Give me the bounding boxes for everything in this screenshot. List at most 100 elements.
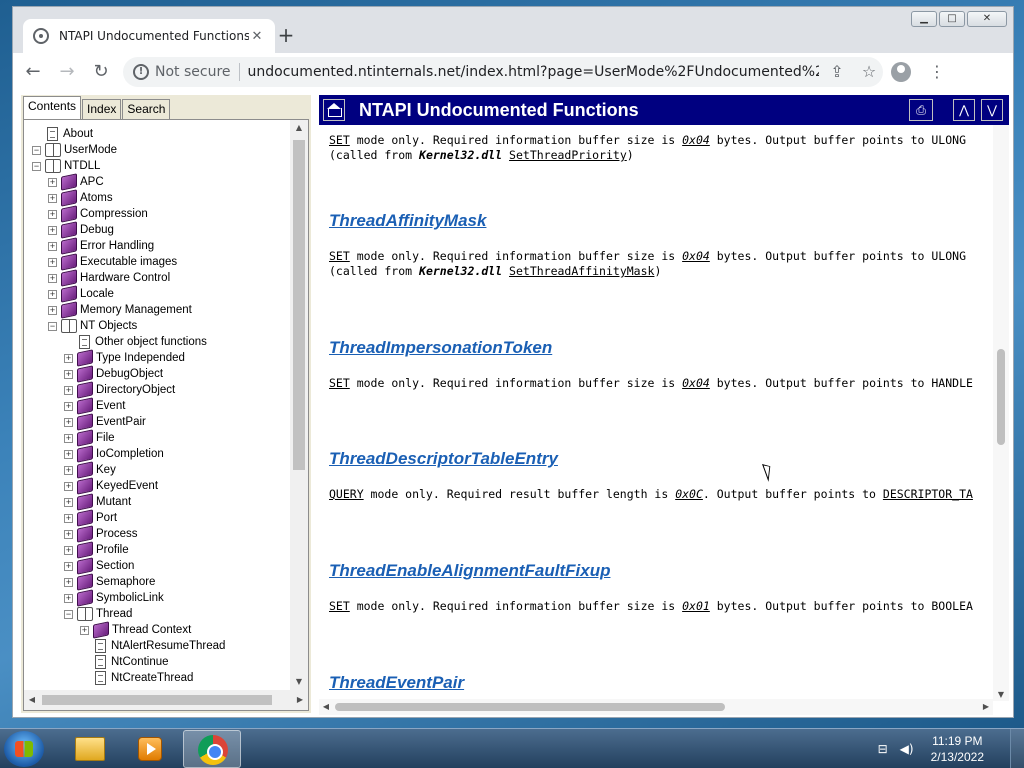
tree-item-label[interactable]: Mutant xyxy=(96,496,131,508)
volume-icon[interactable]: ◀) xyxy=(899,742,915,756)
expand-icon[interactable]: + xyxy=(64,369,73,379)
scroll-up-icon[interactable]: ▲ xyxy=(290,120,308,136)
expand-icon[interactable]: + xyxy=(64,577,73,587)
tree-scroll-thumb[interactable] xyxy=(293,140,305,470)
expand-icon[interactable]: + xyxy=(64,401,73,411)
tree-item[interactable]: + Atoms xyxy=(48,189,113,207)
tree-item-label[interactable]: Profile xyxy=(96,544,129,556)
collapse-icon[interactable]: − xyxy=(32,145,41,155)
maximize-button[interactable]: □ xyxy=(939,11,965,27)
expand-icon[interactable]: + xyxy=(48,257,57,267)
tree-horizontal-scrollbar[interactable]: ◀ ▶ xyxy=(24,690,308,710)
tree-item-label[interactable]: Section xyxy=(96,560,134,572)
expand-icon[interactable]: + xyxy=(64,561,73,571)
tree-item[interactable]: + IoCompletion xyxy=(64,445,164,463)
expand-icon[interactable]: + xyxy=(48,289,57,299)
entry-title-link[interactable]: ThreadEventPair xyxy=(329,673,993,693)
url-text[interactable]: undocumented.ntinternals.net/index.html?… xyxy=(248,64,819,80)
scroll-down-icon[interactable]: ▼ xyxy=(993,689,1009,701)
mode-link[interactable]: SET xyxy=(329,376,350,390)
tree-item[interactable]: + DirectoryObject xyxy=(64,381,175,399)
tree-item-label[interactable]: NT Objects xyxy=(80,320,137,332)
content-vertical-scrollbar[interactable]: ▼ xyxy=(993,125,1009,701)
collapse-icon[interactable]: − xyxy=(48,321,57,331)
tree-item-label[interactable]: Other object functions xyxy=(95,336,207,348)
expand-icon[interactable]: + xyxy=(48,241,57,251)
tab-close-button[interactable]: ✕ xyxy=(249,29,265,44)
content-horizontal-scrollbar[interactable]: ◀ ▶ xyxy=(319,699,993,715)
expand-icon[interactable]: + xyxy=(48,305,57,315)
back-arrow-icon[interactable]: ← xyxy=(19,58,47,86)
expand-icon[interactable]: + xyxy=(64,465,73,475)
tree-item[interactable]: NtAlertResumeThread xyxy=(80,638,225,654)
expand-icon[interactable]: + xyxy=(64,417,73,427)
tree-item-label[interactable]: Atoms xyxy=(80,192,113,204)
tree-item-label[interactable]: Error Handling xyxy=(80,240,154,252)
tree-item[interactable]: + Type Independed xyxy=(64,349,185,367)
tab-contents[interactable]: Contents xyxy=(23,96,82,119)
tree-item-label[interactable]: UserMode xyxy=(64,144,117,156)
function-link[interactable]: SetThreadAffinityMask xyxy=(509,264,654,278)
expand-icon[interactable]: + xyxy=(64,513,73,523)
tree-item[interactable]: + SymbolicLink xyxy=(64,589,164,607)
expand-icon[interactable]: + xyxy=(64,449,73,459)
clock[interactable]: 11:19 PM 2/13/2022 xyxy=(931,733,984,765)
tree-hscroll-thumb[interactable] xyxy=(42,695,272,705)
tree-item-label[interactable]: DebugObject xyxy=(96,368,163,380)
collapse-icon[interactable]: − xyxy=(64,609,73,619)
expand-icon[interactable]: + xyxy=(64,593,73,603)
expand-icon[interactable]: + xyxy=(64,497,73,507)
scroll-right-icon[interactable]: ▶ xyxy=(979,699,993,715)
scroll-left-icon[interactable]: ◀ xyxy=(319,699,333,715)
expand-icon[interactable]: + xyxy=(48,177,57,187)
tree-item[interactable]: − Thread xyxy=(64,606,132,622)
expand-icon[interactable]: + xyxy=(48,225,57,235)
entry-title-link[interactable]: ThreadEnableAlignmentFaultFixup xyxy=(329,561,993,581)
close-window-button[interactable]: ✕ xyxy=(967,11,1007,27)
profile-avatar-icon[interactable] xyxy=(891,62,911,82)
minimize-button[interactable]: ▁ xyxy=(911,11,937,27)
tree-item[interactable]: + Port xyxy=(64,509,117,527)
tree-item-label[interactable]: Hardware Control xyxy=(80,272,170,284)
tree-item-label[interactable]: EventPair xyxy=(96,416,146,428)
print-icon[interactable]: ⎙ xyxy=(909,99,933,121)
tree-item-label[interactable]: DirectoryObject xyxy=(96,384,175,396)
tab-index[interactable]: Index xyxy=(82,99,122,119)
mode-link[interactable]: QUERY xyxy=(329,487,364,501)
address-bar[interactable]: ! Not secure undocumented.ntinternals.ne… xyxy=(123,57,883,87)
tree-item[interactable]: + Compression xyxy=(48,205,148,223)
tree-item[interactable]: + Section xyxy=(64,557,134,575)
tree-item-label[interactable]: Thread Context xyxy=(112,624,191,636)
bookmark-star-icon[interactable]: ☆ xyxy=(855,58,883,86)
mode-link[interactable]: SET xyxy=(329,249,350,263)
warning-icon[interactable]: ! xyxy=(133,64,149,80)
content-scroll-thumb[interactable] xyxy=(997,349,1005,445)
tree-item[interactable]: + File xyxy=(64,429,115,447)
tree-item-label[interactable]: NTDLL xyxy=(64,160,100,172)
tab-search[interactable]: Search xyxy=(122,99,171,119)
forward-arrow-icon[interactable]: → xyxy=(53,58,81,86)
tree-item[interactable]: NtCreateThread xyxy=(80,670,193,686)
tree-item[interactable]: − NTDLL xyxy=(32,158,100,174)
tree-item[interactable]: − UserMode xyxy=(32,142,117,158)
collapse-icon[interactable]: − xyxy=(32,161,41,171)
start-button[interactable] xyxy=(4,731,44,767)
expand-icon[interactable]: + xyxy=(64,481,73,491)
tree-item-label[interactable]: NtContinue xyxy=(111,656,169,668)
tree-item-label[interactable]: Executable images xyxy=(80,256,177,268)
expand-icon[interactable]: + xyxy=(48,193,57,203)
expand-icon[interactable]: + xyxy=(80,625,89,635)
expand-icon[interactable]: + xyxy=(64,385,73,395)
tree-item[interactable]: + Profile xyxy=(64,541,129,559)
share-icon[interactable]: ⇪ xyxy=(823,58,851,86)
tree-item-label[interactable]: KeyedEvent xyxy=(96,480,158,492)
show-desktop-button[interactable] xyxy=(1010,729,1024,768)
tree-item[interactable]: + Debug xyxy=(48,221,114,239)
previous-topic-icon[interactable]: ⋀ xyxy=(953,99,975,121)
mode-link[interactable]: SET xyxy=(329,133,350,147)
scroll-left-icon[interactable]: ◀ xyxy=(24,690,40,710)
entry-title-link[interactable]: ThreadImpersonationToken xyxy=(329,338,993,358)
entry-title-link[interactable]: ThreadAffinityMask xyxy=(329,211,993,231)
tree-item[interactable]: + Mutant xyxy=(64,493,131,511)
tree-item[interactable]: About xyxy=(32,126,93,142)
